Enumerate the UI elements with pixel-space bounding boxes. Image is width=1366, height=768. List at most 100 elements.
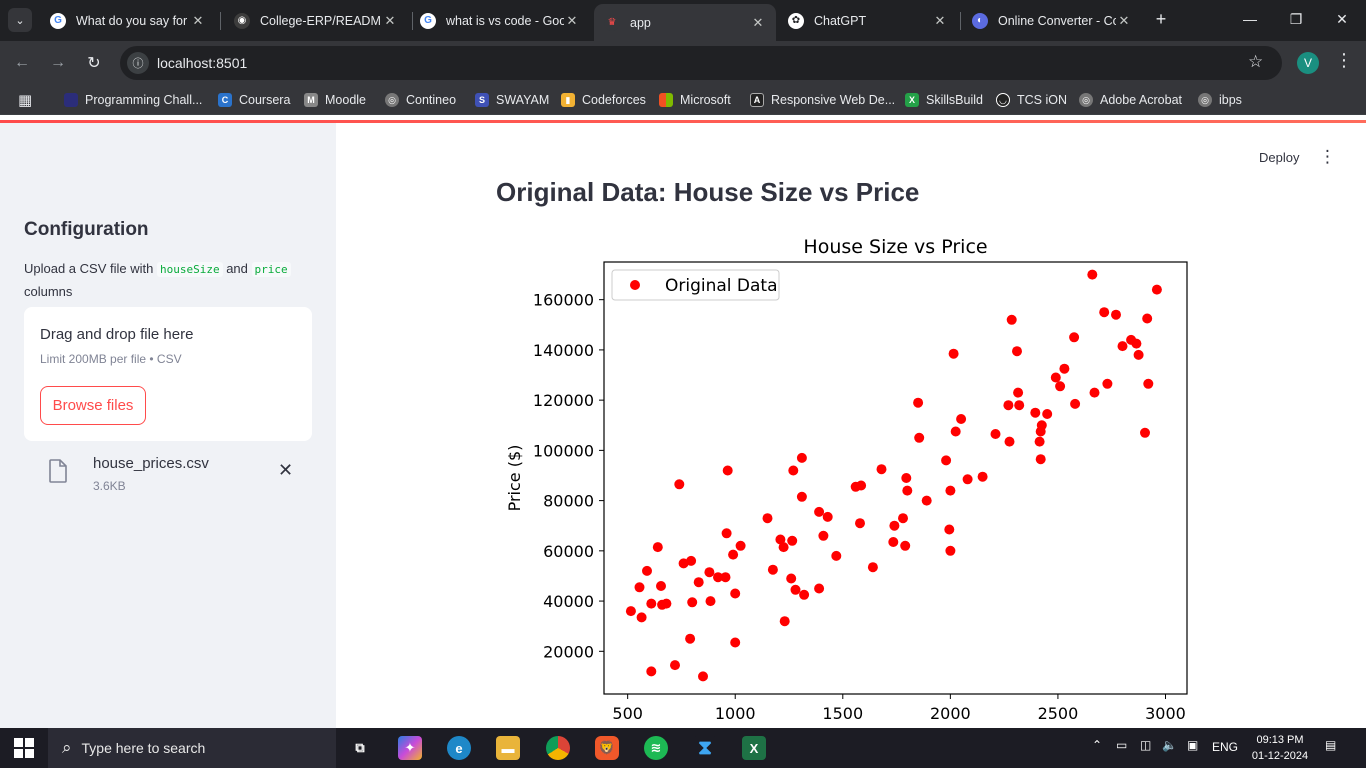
meet-now-icon[interactable]: ◫ xyxy=(1140,738,1151,752)
clock[interactable]: 09:13 PM 01-12-2024 xyxy=(1248,732,1312,764)
data-point xyxy=(1014,400,1025,411)
tab-1[interactable]: G What do you say for t ✕ xyxy=(40,6,216,35)
search-placeholder: Type here to search xyxy=(81,740,206,756)
bookmark-label: Codeforces xyxy=(582,93,646,107)
data-point xyxy=(856,480,867,491)
bookmark-item[interactable]: ◎ Adobe Acrobat xyxy=(1079,91,1182,109)
tab-3[interactable]: G what is vs code - Goo ✕ xyxy=(410,6,590,35)
tab-2[interactable]: ◉ College-ERP/READM ✕ xyxy=(224,6,408,35)
bookmark-star-icon[interactable]: ☆ xyxy=(1248,52,1263,72)
bookmark-item[interactable]: Microsoft xyxy=(659,91,731,109)
notifications-icon[interactable]: ▤ xyxy=(1325,738,1336,752)
data-point xyxy=(674,479,685,490)
close-icon[interactable]: ✕ xyxy=(750,15,766,31)
forward-button[interactable]: → xyxy=(46,51,70,75)
network-icon[interactable]: ▣ xyxy=(1187,738,1198,752)
data-point xyxy=(945,545,956,556)
close-icon[interactable]: ✕ xyxy=(382,13,398,29)
chevron-up-icon[interactable]: ⌃ xyxy=(1092,738,1102,752)
bookmark-item[interactable]: ◎ ibps xyxy=(1198,91,1242,109)
bookmark-item[interactable]: ◎ Contineo xyxy=(385,91,456,109)
y-axis-label: Price ($) xyxy=(505,445,524,512)
new-tab-button[interactable]: + xyxy=(1150,8,1172,30)
data-point xyxy=(646,598,657,609)
bookmark-item[interactable]: M Moodle xyxy=(304,91,366,109)
volume-icon[interactable]: 🔈 xyxy=(1162,738,1177,752)
data-point xyxy=(799,589,810,600)
data-point xyxy=(704,567,715,578)
minimize-button[interactable]: — xyxy=(1239,8,1261,30)
y-tick-label: 100000 xyxy=(533,441,594,460)
data-point xyxy=(762,513,773,524)
data-point xyxy=(1012,346,1022,357)
close-icon[interactable]: ✕ xyxy=(564,13,580,29)
bookmark-item[interactable]: S SWAYAM xyxy=(475,91,549,109)
data-point xyxy=(1142,313,1153,324)
tab-search-button[interactable]: ⌄ xyxy=(8,8,32,32)
x-tick-label: 3000 xyxy=(1145,704,1186,723)
taskbar-search[interactable]: ⌕ Type here to search xyxy=(48,728,336,768)
data-point xyxy=(914,432,925,443)
browser-menu-icon[interactable]: ⋮ xyxy=(1335,50,1353,71)
chevron-down-icon: ⌄ xyxy=(15,14,25,27)
chrome-icon[interactable] xyxy=(546,736,570,760)
data-point xyxy=(735,540,746,551)
data-point xyxy=(1117,341,1128,352)
code-price: price xyxy=(251,262,291,277)
tab-5[interactable]: ✿ ChatGPT ✕ xyxy=(778,6,958,35)
back-button[interactable]: ← xyxy=(10,51,34,75)
bookmark-item[interactable]: Programming Chall... xyxy=(64,91,202,109)
data-point xyxy=(1151,284,1162,295)
spotify-icon[interactable]: ≋ xyxy=(644,736,668,760)
data-point xyxy=(977,471,988,482)
reload-button[interactable]: ↻ xyxy=(82,51,106,75)
data-point xyxy=(670,660,680,671)
scatter-chart: House Size vs Price 500 1000 1500 2000 2500 30… xyxy=(505,236,1188,723)
close-icon[interactable]: ✕ xyxy=(932,13,948,29)
data-point xyxy=(1087,269,1098,280)
y-tick-label: 120000 xyxy=(533,391,594,410)
data-point xyxy=(656,581,666,591)
y-tick-label: 40000 xyxy=(543,592,594,611)
restore-button[interactable]: ❐ xyxy=(1285,8,1307,30)
bookmark-item[interactable]: ◡ TCS iON xyxy=(996,91,1067,109)
upload-instructions: Upload a CSV file with houseSize and pri… xyxy=(24,258,314,303)
apps-grid-icon[interactable]: ▦ xyxy=(18,91,32,109)
data-point xyxy=(1070,398,1081,409)
browse-files-button[interactable]: Browse files xyxy=(40,386,146,425)
copilot-icon[interactable]: ✦ xyxy=(398,736,422,760)
close-icon[interactable]: ✕ xyxy=(190,13,206,29)
edge-icon[interactable]: e xyxy=(447,736,471,760)
bookmark-item[interactable]: A Responsive Web De... xyxy=(750,91,895,109)
converter-icon: ◐ xyxy=(972,12,988,29)
plus-icon: + xyxy=(1155,8,1167,29)
data-point xyxy=(888,537,899,547)
site-info-icon[interactable]: ⓘ xyxy=(127,52,149,74)
task-view-icon[interactable]: ⧉ xyxy=(348,736,372,760)
data-point xyxy=(1059,363,1070,374)
close-window-button[interactable]: ✕ xyxy=(1331,8,1353,30)
brave-icon[interactable]: 🦁 xyxy=(595,736,619,760)
data-point xyxy=(1042,409,1053,419)
profile-avatar[interactable]: V xyxy=(1297,52,1319,74)
bookmark-label: Contineo xyxy=(406,93,457,107)
plot-frame xyxy=(603,261,1188,695)
bookmark-item[interactable]: C Coursera xyxy=(218,91,290,109)
data-point xyxy=(1133,349,1144,360)
tab-6[interactable]: ◐ Online Converter - Co ✕ xyxy=(962,6,1142,35)
address-bar[interactable]: ⓘ localhost:8501 xyxy=(120,46,1282,80)
close-icon[interactable]: ✕ xyxy=(1116,13,1132,29)
vscode-icon[interactable]: ⧗ xyxy=(693,736,717,760)
tab-4-active[interactable]: ♛ app ✕ xyxy=(594,4,776,41)
remove-file-icon[interactable]: ✕ xyxy=(278,460,293,481)
windows-taskbar: ⌕ Type here to search ⧉ ✦ e ▬ 🦁 ≋ ⧗ X ⌃ … xyxy=(0,728,1366,768)
language-indicator[interactable]: ENG xyxy=(1212,740,1238,754)
file-dropzone[interactable]: Drag and drop file here Limit 200MB per … xyxy=(24,307,312,441)
data-point xyxy=(831,550,842,561)
bookmark-item[interactable]: X SkillsBuild xyxy=(905,91,983,109)
file-explorer-icon[interactable]: ▬ xyxy=(496,736,520,760)
excel-icon[interactable]: X xyxy=(742,736,766,760)
windows-start-icon[interactable] xyxy=(14,738,34,758)
bookmark-item[interactable]: ▮ Codeforces xyxy=(561,91,646,109)
battery-icon[interactable]: ▭ xyxy=(1116,738,1127,752)
